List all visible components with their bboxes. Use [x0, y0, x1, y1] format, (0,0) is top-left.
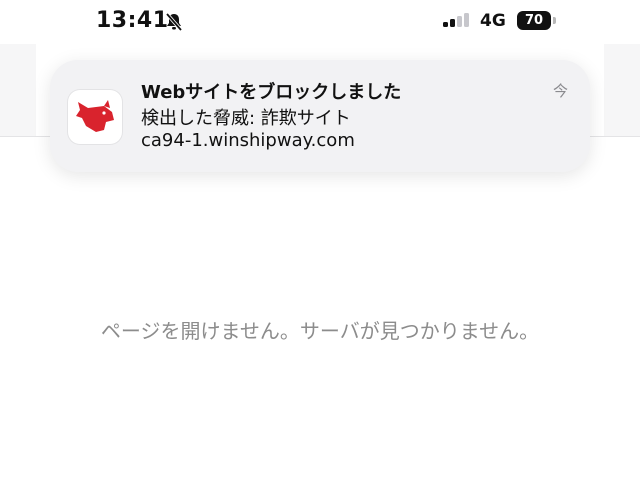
- signal-icon: [443, 13, 473, 29]
- status-time: 13:41: [96, 8, 169, 33]
- notification-url: ca94-1.winshipway.com: [141, 130, 355, 151]
- page-background-right: [604, 44, 640, 136]
- notification-time: 今: [552, 82, 568, 100]
- status-bar: 13:41 4G 70: [0, 0, 640, 44]
- bell-slash-icon: [164, 12, 184, 32]
- battery-indicator: 70: [517, 11, 551, 30]
- app-icon: [68, 90, 122, 144]
- notification-title: Webサイトをブロックしました: [141, 82, 402, 103]
- red-fox-icon: [76, 100, 114, 132]
- page-error-message: ページを開けません。サーバが見つかりません。: [100, 319, 540, 343]
- notification-threat: 検出した脅威: 詐欺サイト: [141, 108, 351, 129]
- network-type: 4G: [480, 11, 506, 31]
- phone-screen: 13:41 4G 70 Webサイトをブロックしました 検出した脅威: 詐欺サイ…: [0, 0, 640, 480]
- notification-banner[interactable]: Webサイトをブロックしました 検出した脅威: 詐欺サイト ca94-1.win…: [50, 60, 590, 172]
- page-background-left: [0, 44, 36, 136]
- battery-tip: [553, 17, 556, 24]
